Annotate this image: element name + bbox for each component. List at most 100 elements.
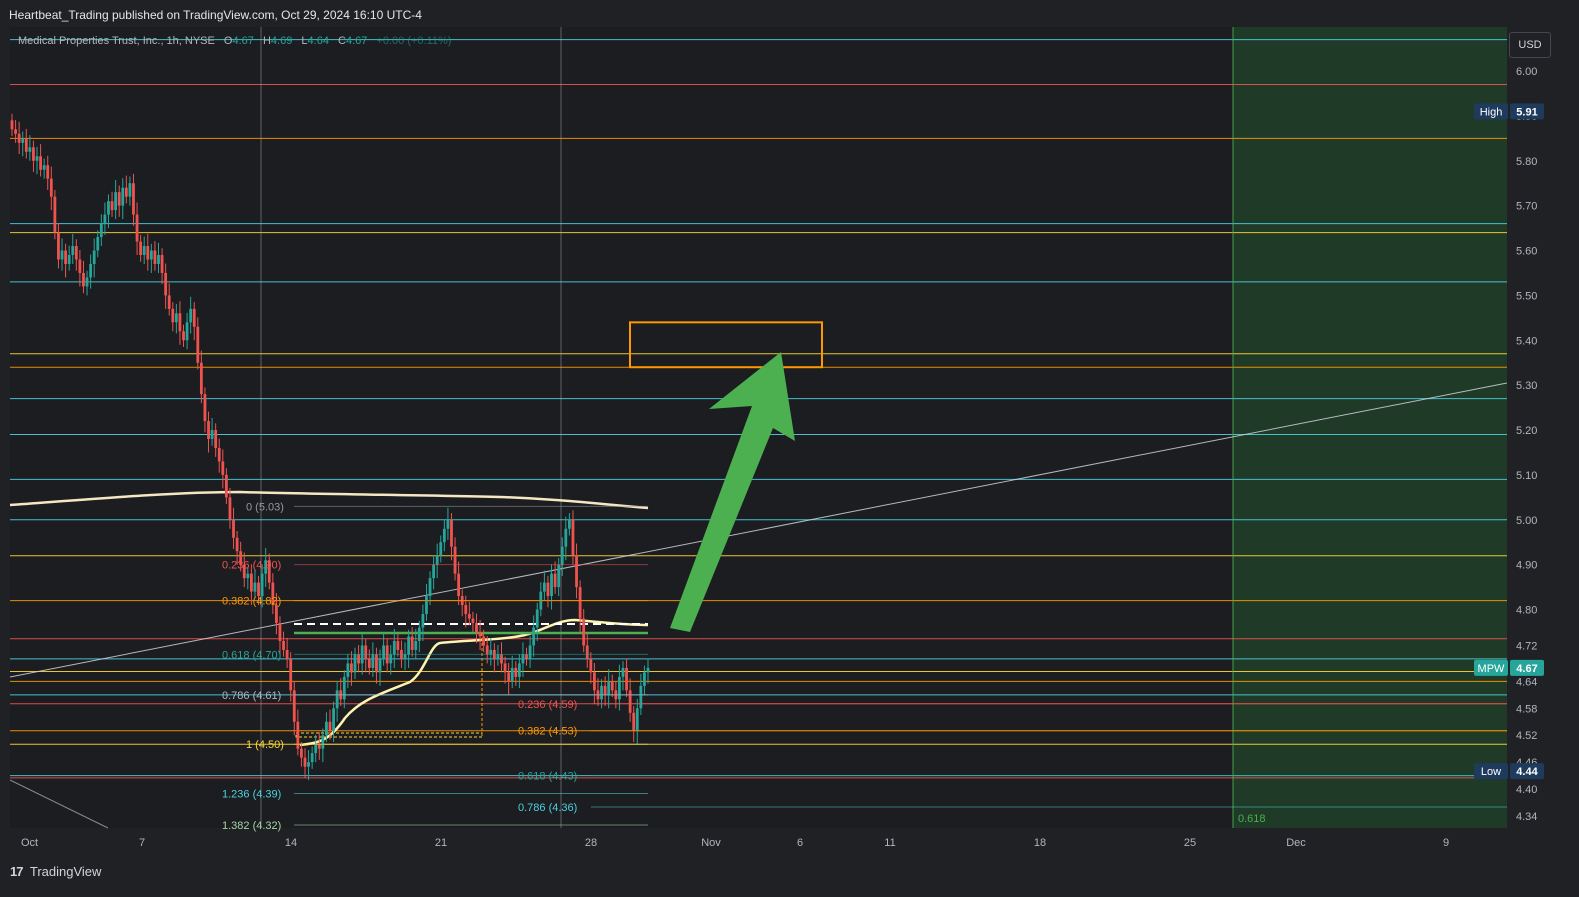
- candle-body: [589, 658, 593, 673]
- candle-body: [392, 640, 396, 655]
- candle-body: [507, 672, 511, 682]
- candle-body: [174, 313, 178, 323]
- candle-body: [639, 685, 643, 709]
- candle-body: [389, 654, 393, 664]
- fib-label: 1.236 (4.39): [222, 789, 281, 801]
- candle-body: [446, 519, 450, 529]
- candle-body: [435, 555, 439, 565]
- time-tick-label: 6: [797, 837, 803, 849]
- candle-body: [332, 708, 335, 731]
- candle-body: [496, 654, 500, 659]
- candle-body: [246, 573, 250, 579]
- chart-canvas[interactable]: 0.618 0 (5.03) 0.236 (4.90) 0.382 (4.82) 0.…: [0, 0, 1579, 897]
- candle-body: [482, 636, 486, 646]
- fib-label: 1.382 (4.32): [222, 820, 281, 832]
- candle-body: [192, 308, 196, 327]
- candle-body: [432, 564, 436, 579]
- high-label: H: [262, 35, 271, 47]
- candle-body: [28, 147, 32, 152]
- candle-body: [635, 708, 639, 731]
- candle-body: [64, 250, 67, 264]
- candle-body: [300, 748, 303, 758]
- candle-body: [103, 214, 107, 224]
- candle-body: [78, 259, 82, 273]
- candle-body: [600, 685, 603, 700]
- fib-label: 0 (5.03): [246, 501, 284, 513]
- price-tick-label: 6.00: [1516, 66, 1537, 78]
- candle-body: [275, 605, 278, 624]
- candle-body: [149, 250, 153, 260]
- candle-body: [500, 654, 503, 664]
- candle-body: [253, 582, 257, 592]
- candle-body: [582, 618, 586, 646]
- time-tick-label: 11: [884, 837, 895, 849]
- price-tick-label: 4.90: [1516, 560, 1537, 572]
- candle-body: [310, 753, 314, 763]
- candle-body: [99, 223, 103, 238]
- candle-body: [403, 654, 407, 659]
- candle-body: [210, 430, 214, 440]
- candle-body: [350, 663, 353, 673]
- candle-body: [407, 636, 411, 655]
- candle-body: [575, 555, 578, 588]
- candle-body: [471, 618, 475, 624]
- badge-value: 5.91: [1516, 106, 1537, 118]
- candle-body: [146, 246, 150, 260]
- candle-body: [607, 681, 611, 695]
- candle-body: [285, 649, 289, 659]
- candle-body: [557, 564, 561, 588]
- candle-body: [571, 519, 575, 556]
- candle-body: [32, 147, 35, 161]
- time-fib-label: 0.618: [1238, 813, 1266, 825]
- candle-body: [199, 362, 203, 395]
- close-value: 4.67: [345, 35, 368, 47]
- candle-body: [542, 582, 546, 592]
- chart-frame: 0.618 0 (5.03) 0.236 (4.90) 0.382 (4.82) 0.…: [0, 0, 1579, 897]
- candle-body: [124, 187, 128, 197]
- candle-body: [67, 255, 71, 264]
- candle-body: [89, 263, 93, 278]
- candle-body: [475, 623, 478, 632]
- candle-body: [618, 676, 621, 700]
- time-tick-label: 25: [1184, 837, 1196, 849]
- candle-body: [303, 757, 307, 767]
- candle-body: [217, 447, 221, 462]
- candle-body: [450, 519, 453, 547]
- fib-label: 0.382 (4.82): [222, 596, 281, 608]
- candle-body: [153, 250, 157, 264]
- price-tick-label: 5.50: [1516, 290, 1537, 302]
- candle-body: [632, 712, 636, 731]
- candle-body: [42, 165, 46, 170]
- candle-body: [92, 250, 96, 264]
- candle-body: [453, 546, 457, 574]
- candle-body: [553, 573, 557, 588]
- candle-body: [514, 667, 518, 677]
- price-axis: 6.005.905.805.705.605.505.405.305.205.10…: [1507, 0, 1579, 897]
- candle-body: [139, 241, 143, 256]
- badge-label: Low: [1481, 766, 1501, 778]
- candle-body: [189, 308, 193, 323]
- price-tick-label: 5.30: [1516, 380, 1537, 392]
- candle-body: [375, 654, 378, 673]
- candle-body: [135, 214, 139, 242]
- low-value: 4.64: [307, 35, 329, 47]
- candle-body: [289, 658, 293, 691]
- candle-body: [328, 721, 332, 731]
- candle-body: [382, 645, 385, 659]
- candle-body: [364, 645, 368, 659]
- candle-body: [196, 326, 200, 363]
- price-tick-label: 5.10: [1516, 470, 1537, 482]
- price-tick-label: 5.40: [1516, 335, 1537, 347]
- candle-body: [478, 631, 482, 637]
- candle-body: [457, 573, 461, 597]
- candle-body: [335, 690, 339, 709]
- candle-body: [35, 156, 39, 161]
- candle-body: [442, 528, 446, 543]
- time-tick-label: Nov: [701, 837, 721, 849]
- candle-body: [232, 519, 235, 538]
- currency-button[interactable]: USD: [1509, 32, 1551, 58]
- candle-body: [525, 654, 528, 659]
- symbol-legend: Medical Properties Trust, Inc., 1h, NYSE…: [18, 35, 451, 47]
- candle-body: [550, 573, 553, 597]
- candle-body: [621, 667, 625, 677]
